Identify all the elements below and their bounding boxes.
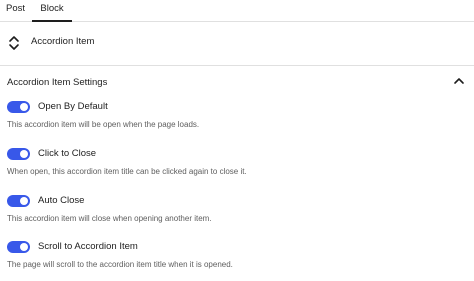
block-card: Accordion Item xyxy=(0,22,474,66)
auto-close-label[interactable]: Auto Close xyxy=(38,194,84,208)
tab-post[interactable]: Post xyxy=(0,0,32,21)
click-to-close-label[interactable]: Click to Close xyxy=(38,147,96,161)
setting-scroll-to-item: Scroll to Accordion Item The page will s… xyxy=(0,241,474,281)
setting-open-by-default: Open By Default This accordion item will… xyxy=(0,101,474,141)
setting-auto-close: Auto Close This accordion item will clos… xyxy=(0,195,474,235)
chevron-up-icon xyxy=(454,78,464,84)
open-by-default-label[interactable]: Open By Default xyxy=(38,100,108,114)
accordion-arrows-icon xyxy=(9,36,19,50)
toggle-knob xyxy=(20,150,28,158)
open-by-default-toggle[interactable] xyxy=(7,101,30,113)
click-to-close-help: When open, this accordion item title can… xyxy=(7,167,247,176)
scroll-to-item-help: The page will scroll to the accordion it… xyxy=(7,260,233,269)
block-title: Accordion Item xyxy=(31,36,95,47)
toggle-knob xyxy=(20,103,28,111)
open-by-default-help: This accordion item will be open when th… xyxy=(7,120,200,129)
panel-title: Accordion Item Settings xyxy=(7,77,108,88)
scroll-to-item-toggle[interactable] xyxy=(7,241,30,253)
toggle-knob xyxy=(20,197,28,205)
sidebar-tabs: Post Block xyxy=(0,0,474,22)
setting-click-to-close: Click to Close When open, this accordion… xyxy=(0,148,474,188)
click-to-close-toggle[interactable] xyxy=(7,148,30,160)
toggle-knob xyxy=(20,243,28,251)
auto-close-help: This accordion item will close when open… xyxy=(7,214,212,223)
auto-close-toggle[interactable] xyxy=(7,195,30,207)
settings-panel-toggle[interactable]: Accordion Item Settings xyxy=(0,66,474,96)
scroll-to-item-label[interactable]: Scroll to Accordion Item xyxy=(38,240,138,254)
tab-block[interactable]: Block xyxy=(32,0,72,22)
